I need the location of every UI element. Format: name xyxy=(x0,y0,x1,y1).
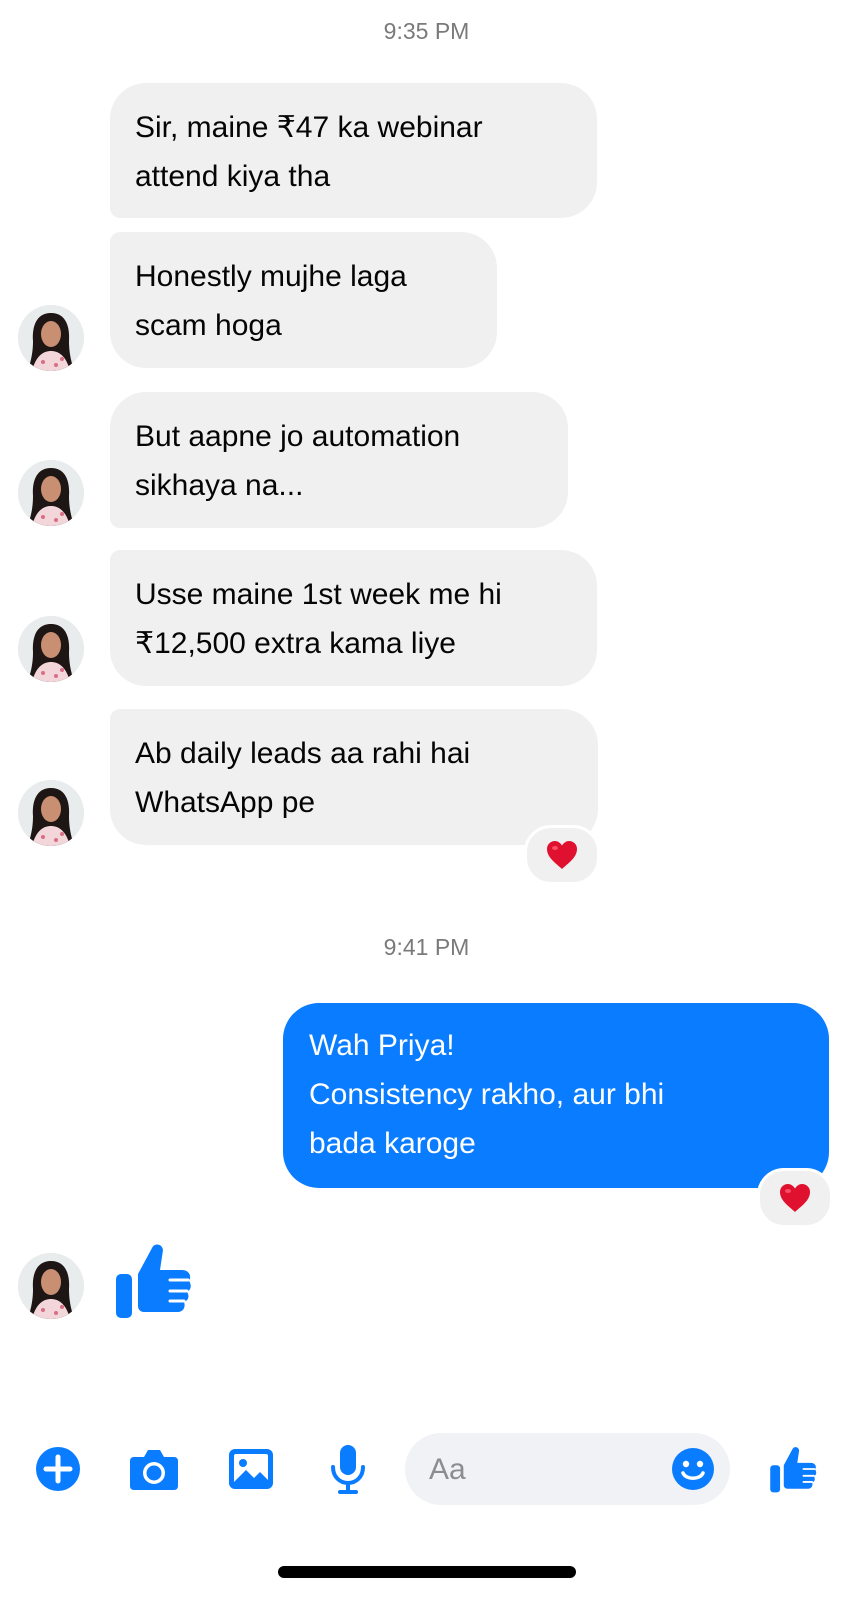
avatar[interactable] xyxy=(18,780,84,846)
avatar-photo xyxy=(18,780,84,846)
message-bubble[interactable]: But aapne jo automation sikhaya na... xyxy=(110,392,568,528)
message-bubble-sent[interactable]: Wah Priya! Consistency rakho, aur bhi ba… xyxy=(283,1003,829,1188)
timestamp: 9:35 PM xyxy=(383,18,470,44)
avatar[interactable] xyxy=(18,305,84,371)
microphone-icon xyxy=(331,1445,365,1494)
like-sticker-message[interactable] xyxy=(114,1240,192,1325)
timestamp: 9:41 PM xyxy=(383,934,470,960)
message-input[interactable] xyxy=(427,1447,661,1493)
thumbs-up-icon xyxy=(116,1244,191,1318)
avatar-photo xyxy=(18,616,84,682)
message-composer[interactable] xyxy=(405,1433,730,1505)
heart-icon xyxy=(547,841,577,869)
plus-circle-icon xyxy=(36,1447,80,1491)
avatar[interactable] xyxy=(18,460,84,526)
camera-button[interactable] xyxy=(128,1445,180,1493)
avatar-photo xyxy=(18,305,84,371)
message-reaction[interactable] xyxy=(757,1168,833,1228)
message-bubble[interactable]: Usse maine 1st week me hi ₹12,500 extra … xyxy=(110,550,597,686)
image-icon xyxy=(229,1449,273,1489)
emoji-button[interactable] xyxy=(670,1446,716,1492)
message-bubble[interactable]: Honestly mujhe laga scam hoga xyxy=(110,232,497,368)
heart-icon xyxy=(780,1184,810,1212)
home-indicator[interactable] xyxy=(278,1566,576,1578)
message-bubble[interactable]: Sir, maine ₹47 ka webinar attend kiya th… xyxy=(110,83,597,218)
message-bubble[interactable]: Ab daily leads aa rahi hai WhatsApp pe xyxy=(110,709,598,845)
voice-button[interactable] xyxy=(326,1442,370,1496)
avatar[interactable] xyxy=(18,1253,84,1319)
emoji-icon xyxy=(672,1448,714,1490)
like-button[interactable] xyxy=(768,1443,818,1495)
plus-button[interactable] xyxy=(34,1445,82,1493)
avatar-photo xyxy=(18,1253,84,1319)
gallery-button[interactable] xyxy=(227,1445,275,1493)
avatar-photo xyxy=(18,460,84,526)
thumbs-up-icon xyxy=(770,1447,817,1493)
avatar[interactable] xyxy=(18,616,84,682)
message-reaction[interactable] xyxy=(524,825,600,885)
camera-icon xyxy=(130,1450,178,1490)
